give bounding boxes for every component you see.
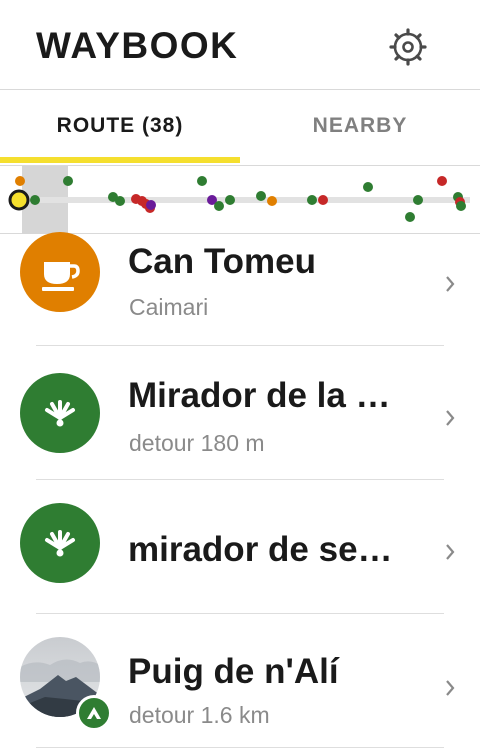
- tab-nearby[interactable]: NEARBY: [240, 90, 480, 166]
- poi-name: Mirador de la …: [128, 376, 391, 415]
- route-marker: [413, 195, 423, 205]
- route-marker: [267, 196, 277, 206]
- tab-bar: ROUTE (38) NEARBY: [0, 90, 480, 166]
- route-marker: [256, 191, 266, 201]
- poi-subtitle: detour 180 m: [129, 430, 265, 456]
- route-marker: [197, 176, 207, 186]
- route-marker: [214, 201, 224, 211]
- chevron-right-icon: [446, 276, 455, 292]
- route-marker: [15, 176, 25, 186]
- route-marker: [405, 212, 415, 222]
- route-marker: [146, 200, 156, 210]
- divider: [36, 747, 444, 748]
- coffee-cup-icon: [20, 232, 100, 312]
- poi-name: Can Tomeu: [128, 242, 316, 281]
- viewpoint-icon: [20, 503, 100, 583]
- route-marker: [115, 196, 125, 206]
- chevron-right-icon: [446, 680, 455, 696]
- mountain-icon: [76, 695, 112, 731]
- chevron-right-icon: [446, 410, 455, 426]
- settings-button[interactable]: [388, 27, 428, 67]
- list-item[interactable]: Mirador de la … detour 180 m: [0, 346, 480, 480]
- active-tab-indicator: [0, 157, 240, 163]
- tab-route[interactable]: ROUTE (38): [0, 90, 240, 166]
- app-header: WAYBOOK: [0, 0, 480, 90]
- poi-name: Puig de n'Alí: [128, 652, 339, 691]
- list-item[interactable]: Can Tomeu Caimari: [0, 232, 480, 346]
- poi-subtitle: detour 1.6 km: [129, 702, 270, 728]
- current-position-marker: [8, 189, 30, 211]
- route-marker: [437, 176, 447, 186]
- list-item[interactable]: Puig de n'Alí detour 1.6 km: [0, 614, 480, 748]
- chevron-right-icon: [446, 544, 455, 560]
- route-marker: [456, 201, 466, 211]
- route-overview-strip[interactable]: [0, 166, 480, 234]
- route-marker: [363, 182, 373, 192]
- route-marker: [30, 195, 40, 205]
- route-marker: [318, 195, 328, 205]
- viewpoint-icon: [20, 373, 100, 453]
- route-marker: [225, 195, 235, 205]
- route-marker: [63, 176, 73, 186]
- poi-subtitle: Caimari: [129, 294, 209, 320]
- app-title: WAYBOOK: [36, 25, 239, 66]
- list-item[interactable]: mirador de se…: [0, 480, 480, 614]
- route-marker: [307, 195, 317, 205]
- route-overview-map[interactable]: [0, 166, 480, 234]
- poi-name: mirador de se…: [128, 530, 393, 569]
- gear-icon: [389, 28, 427, 66]
